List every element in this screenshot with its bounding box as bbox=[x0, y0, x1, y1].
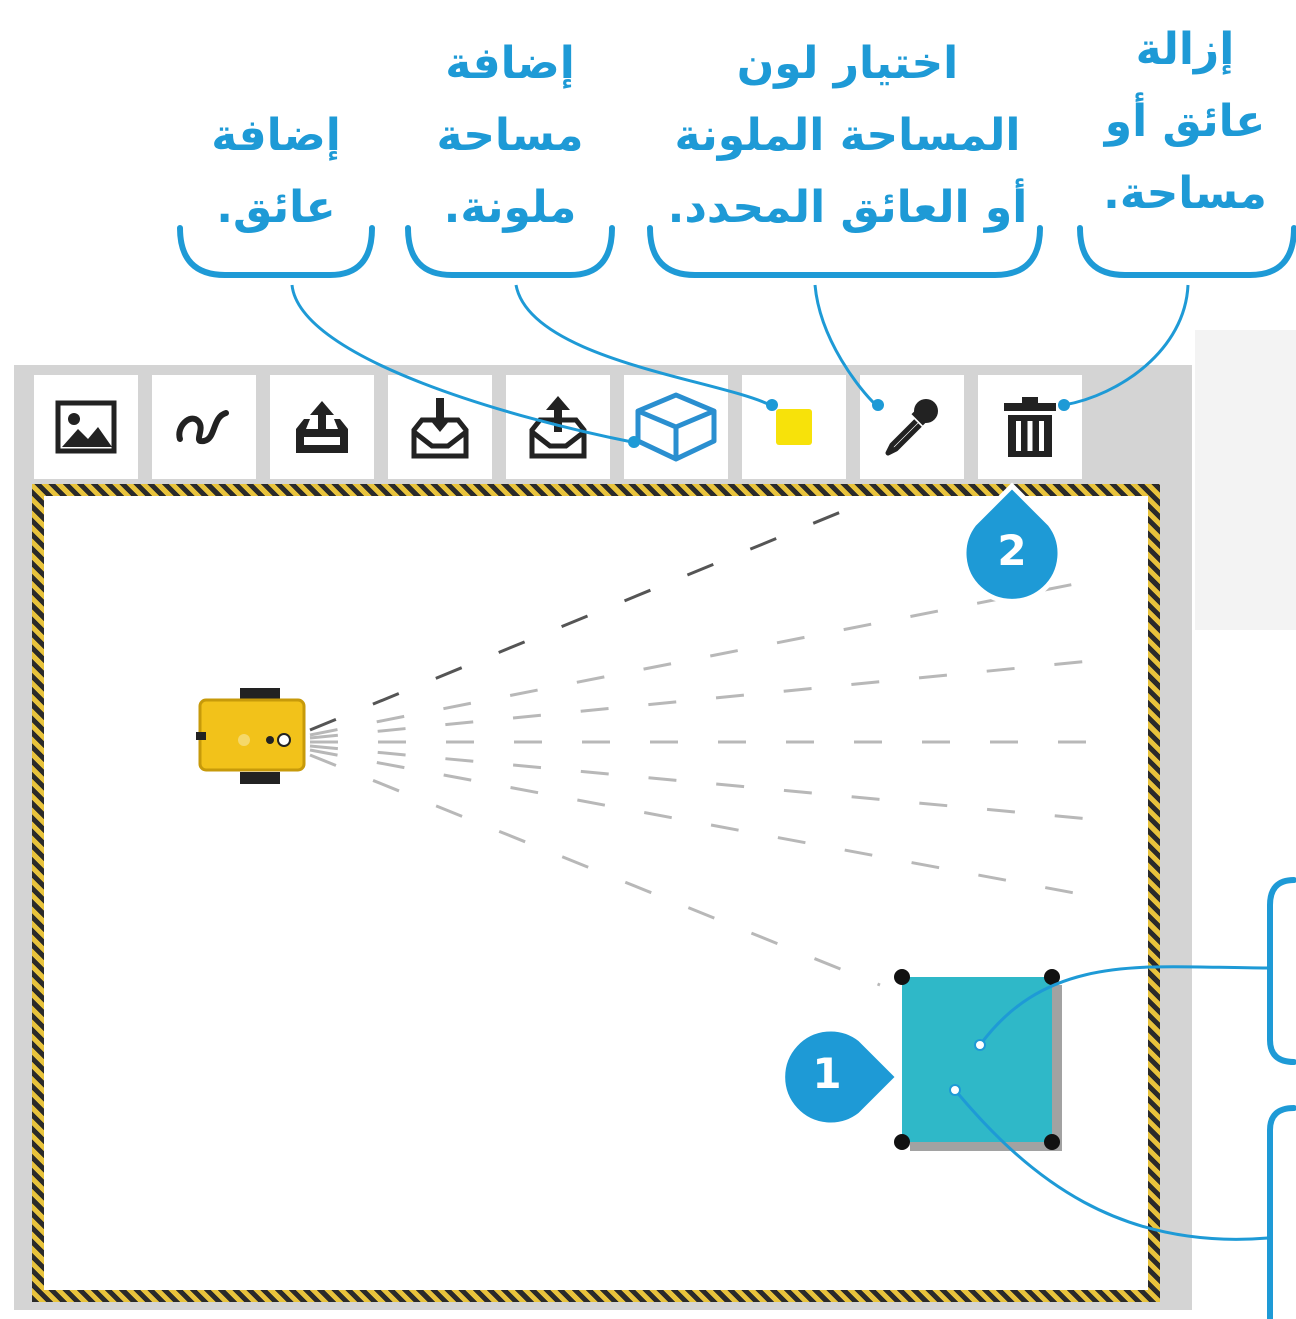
robot[interactable] bbox=[196, 688, 306, 784]
step-badge-1: 1 bbox=[812, 1049, 842, 1098]
step-badge-2: 2 bbox=[997, 526, 1027, 575]
connector-dots bbox=[628, 399, 1070, 448]
obstacle[interactable] bbox=[894, 969, 1062, 1151]
scene-overlay bbox=[177, 225, 1296, 1319]
callout-brackets bbox=[177, 225, 1296, 1319]
callout-connectors bbox=[290, 284, 1269, 1241]
